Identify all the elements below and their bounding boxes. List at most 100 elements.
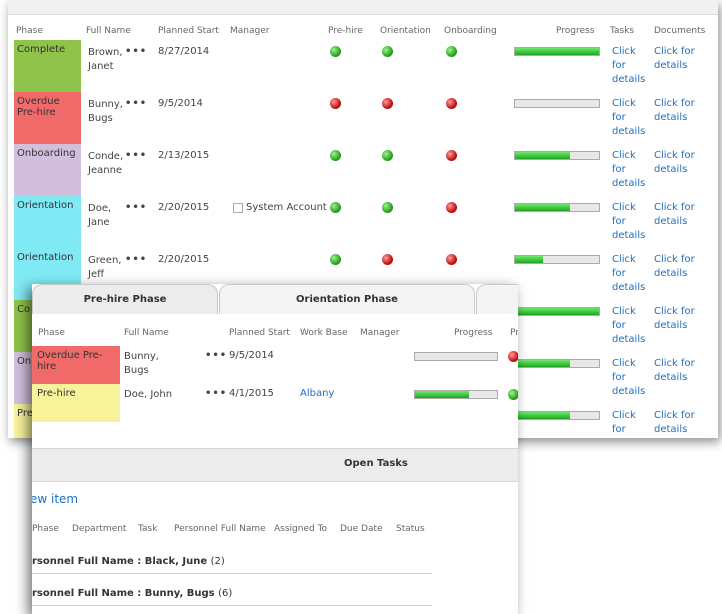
full-name[interactable]: Bunny, Bugs (124, 350, 184, 378)
status-dot-icon (446, 202, 457, 213)
more-options-icon[interactable]: ••• (125, 98, 147, 109)
col-header-planned-start[interactable]: Planned Start (229, 328, 290, 338)
phase-cell: Pre-hire (32, 384, 120, 422)
phase-cell: Orientation (14, 196, 81, 248)
planned-start: 8/27/2014 (158, 46, 210, 57)
col-header-progress[interactable]: Progress (556, 26, 594, 36)
manager-checkbox[interactable] (233, 203, 243, 213)
documents-link[interactable]: Click for details (654, 201, 712, 229)
tasks-link[interactable]: Click for details (612, 357, 652, 399)
col-header-tasks[interactable]: Tasks (610, 26, 634, 36)
col-header-pr[interactable]: Pr (510, 328, 518, 338)
col-header-department[interactable]: Department (72, 524, 126, 534)
tasks-link[interactable]: Click for details (612, 97, 652, 139)
full-name[interactable]: Green, Jeff (88, 254, 126, 282)
status-dot-icon (330, 98, 341, 109)
documents-link[interactable]: Click for details (654, 305, 712, 333)
more-options-icon[interactable]: ••• (125, 46, 147, 57)
new-item-link[interactable]: ew item (32, 492, 78, 506)
progress-fill (515, 152, 571, 159)
col-header-full-name[interactable]: Full Name (124, 328, 169, 338)
planned-start: 9/5/2014 (229, 350, 274, 361)
col-header-documents[interactable]: Documents (654, 26, 705, 36)
progress-fill (515, 412, 571, 419)
full-name[interactable]: Bunny, Bugs (88, 98, 126, 126)
col-header-onboarding[interactable]: Onboarding (444, 26, 497, 36)
tab-orientation-phase[interactable]: Orientation Phase (219, 284, 475, 314)
progress-fill (515, 308, 599, 315)
status-dot-icon (446, 150, 457, 161)
progress-bar (514, 255, 600, 264)
col-header-manager[interactable]: Manager (360, 328, 399, 338)
col-header-phase[interactable]: Phase (38, 328, 65, 338)
planned-start: 9/5/2014 (158, 98, 203, 109)
progress-bar (514, 151, 600, 160)
planned-start: 2/20/2015 (158, 254, 210, 265)
phase-cell: Overdue Pre-hire (14, 92, 81, 144)
more-options-icon[interactable]: ••• (205, 388, 227, 399)
col-header-planned-start[interactable]: Planned Start (158, 26, 219, 36)
planned-start: 4/1/2015 (229, 388, 274, 399)
tasks-link[interactable]: Click for details (612, 201, 652, 243)
progress-bar (514, 203, 600, 212)
group-black-june[interactable]: rsonnel Full Name : Black, June (2) (32, 556, 225, 567)
planned-start: 2/20/2015 (158, 202, 210, 213)
status-dot-icon (446, 46, 457, 57)
tasks-link[interactable]: Click for details (612, 409, 652, 438)
status-dot-icon (330, 202, 341, 213)
more-options-icon[interactable]: ••• (125, 202, 147, 213)
tasks-link[interactable]: Click for details (612, 149, 652, 191)
col-header-status[interactable]: Status (396, 524, 425, 534)
col-header-personnel-full-name[interactable]: Personnel Full Name (174, 524, 266, 534)
col-header-manager[interactable]: Manager (230, 26, 269, 36)
open-tasks-header: Open Tasks (32, 448, 518, 482)
col-header-work-base[interactable]: Work Base (300, 328, 348, 338)
status-dot-icon (446, 98, 457, 109)
col-header-phase[interactable]: Phase (32, 524, 59, 534)
tab-next-phase[interactable] (476, 284, 518, 314)
full-name[interactable]: Doe, Jane (88, 202, 126, 230)
col-header-full-name[interactable]: Full Name (86, 26, 131, 36)
progress-bar (514, 307, 600, 316)
group-bunny-bugs[interactable]: rsonnel Full Name : Bunny, Bugs (6) (32, 588, 232, 599)
full-name[interactable]: Brown, Janet (88, 46, 126, 74)
progress-fill (515, 256, 543, 263)
group-divider (32, 605, 432, 606)
full-name[interactable]: Conde, Jeanne (88, 150, 126, 178)
tasks-link[interactable]: Click for details (612, 253, 652, 295)
group-count: (6) (218, 588, 233, 599)
status-dot-icon (508, 389, 518, 400)
phase-cell: Complete (14, 40, 81, 92)
table-row: Orientation Doe, Jane ••• 2/20/2015 System A… (8, 196, 718, 248)
full-name[interactable]: Doe, John (124, 388, 184, 402)
col-header-pre-hire[interactable]: Pre-hire (328, 26, 363, 36)
documents-link[interactable]: Click for details (654, 45, 712, 73)
status-dot-icon (382, 46, 393, 57)
documents-link[interactable]: Click for details (654, 357, 712, 385)
status-dot-icon (382, 202, 393, 213)
documents-link[interactable]: Click for details (654, 97, 712, 125)
col-header-assigned-to[interactable]: Assigned To (274, 524, 327, 534)
documents-link[interactable]: Click for details (654, 409, 712, 437)
phase-cell: Overdue Pre-hire (32, 346, 120, 384)
tasks-link[interactable]: Click for details (612, 45, 652, 87)
tab-pre-hire-phase[interactable]: Pre-hire Phase (32, 284, 218, 314)
more-options-icon[interactable]: ••• (125, 150, 147, 161)
tasks-link[interactable]: Click for details (612, 305, 652, 347)
more-options-icon[interactable]: ••• (205, 350, 227, 361)
planned-start: 2/13/2015 (158, 150, 210, 161)
documents-link[interactable]: Click for details (654, 149, 712, 177)
col-header-orientation[interactable]: Orientation (380, 26, 431, 36)
work-base-link[interactable]: Albany (300, 388, 334, 399)
col-header-progress[interactable]: Progress (454, 328, 492, 338)
col-header-phase[interactable]: Phase (16, 26, 43, 36)
more-options-icon[interactable]: ••• (125, 254, 147, 265)
table-row: Overdue Pre-hire Bunny, Bugs ••• 9/5/2014 Cl… (8, 92, 718, 144)
col-header-task[interactable]: Task (138, 524, 157, 534)
documents-link[interactable]: Click for details (654, 253, 712, 281)
col-header-due-date[interactable]: Due Date (340, 524, 383, 534)
progress-bar (514, 411, 600, 420)
status-dot-icon (382, 254, 393, 265)
open-tasks-title: Open Tasks (344, 458, 408, 469)
status-dot-icon (382, 150, 393, 161)
